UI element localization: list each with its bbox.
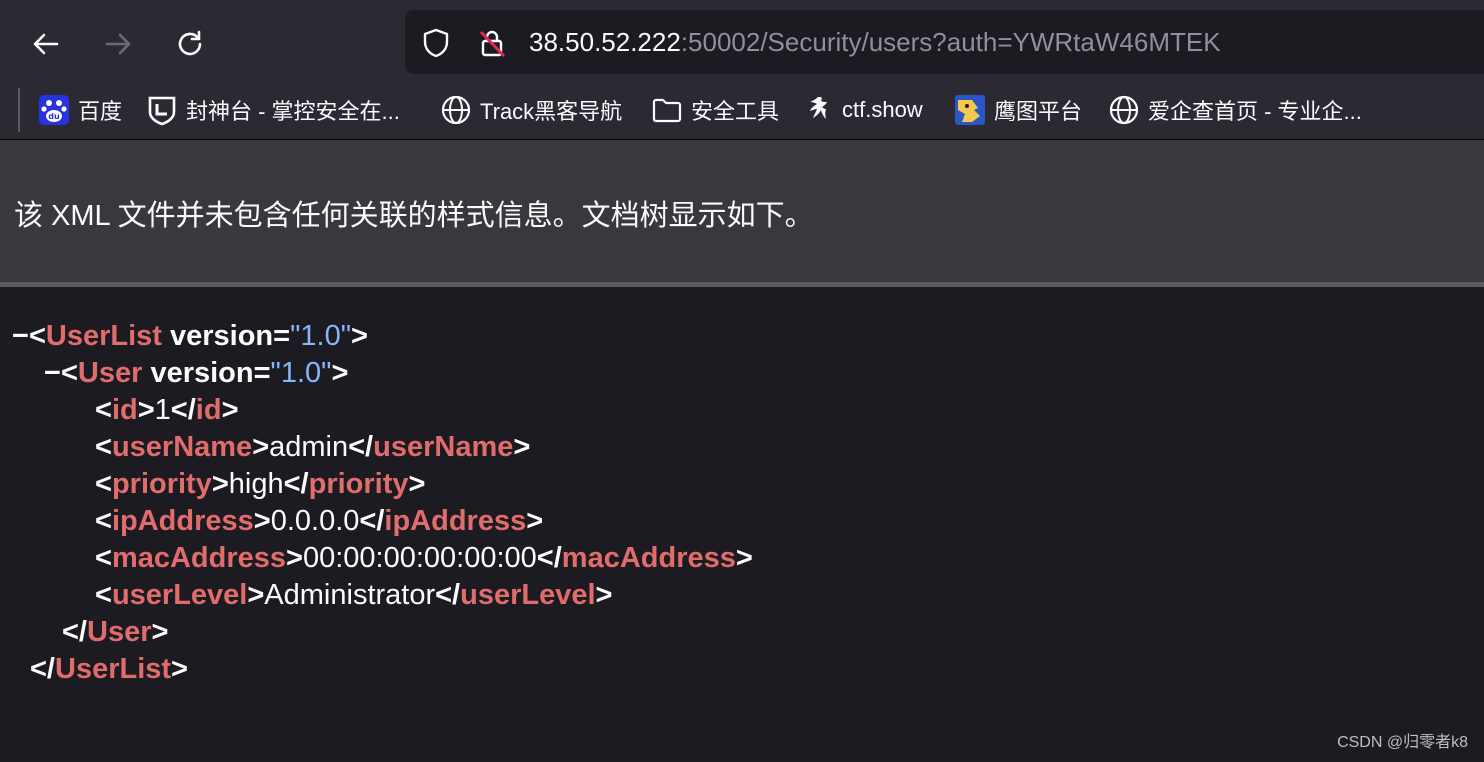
xml-tag-name: User [87, 616, 152, 648]
xml-field-userlevel: <userLevel>Administrator</userLevel> [95, 579, 613, 611]
bookmark-label: ctf.show [842, 97, 923, 122]
reload-button[interactable] [168, 22, 212, 66]
xml-tag-name: priority [111, 468, 212, 500]
bookmark-track[interactable]: Track黑客导航 [440, 92, 622, 128]
xml-tag-name: UserList [45, 320, 162, 352]
baidu-icon: du [38, 94, 70, 126]
bookmark-label: Track黑客导航 [480, 99, 623, 124]
bookmark-ctfshow[interactable]: ctf.show [802, 92, 923, 128]
xml-tag-name: User [77, 357, 143, 389]
forward-arrow-icon [105, 33, 131, 55]
forward-button[interactable] [96, 22, 140, 66]
xml-tag-name: macAddress [561, 542, 736, 574]
xml-attr-value: "1.0" [270, 357, 332, 389]
xml-text-value: high [228, 468, 284, 500]
xml-text-value: 00:00:00:00:00:00 [302, 542, 537, 574]
xml-text-value: Administrator [264, 579, 436, 611]
bookmark-aiqicha[interactable]: 爱企查首页 - 专业企... [1108, 92, 1362, 128]
xml-tag-name: userLevel [111, 579, 248, 611]
xml-tag-name: ipAddress [111, 505, 254, 537]
ctfshow-icon [802, 94, 834, 126]
xml-attr-name: version [150, 357, 254, 389]
bookmark-hunter[interactable]: 鹰图平台 [954, 92, 1082, 128]
xml-tag-name: priority [308, 468, 409, 500]
xml-text-value: 1 [154, 394, 171, 426]
xml-tag-name: userName [111, 431, 253, 463]
tracking-protection-shield-icon[interactable] [419, 26, 453, 60]
xml-field-username: <userName>admin</userName> [95, 431, 531, 463]
bookmark-label: 鹰图平台 [994, 99, 1083, 124]
xml-tag-name: id [111, 394, 138, 426]
fengshentai-icon [146, 94, 178, 126]
xml-attr-value: "1.0" [290, 320, 351, 352]
xml-field-priority: <priority>high</priority> [95, 468, 426, 500]
hunter-icon [954, 94, 986, 126]
insecure-lock-icon[interactable] [475, 26, 509, 60]
globe-icon [1108, 94, 1140, 126]
collapse-toggle[interactable]: − [44, 357, 61, 389]
xml-text-value: admin [269, 431, 349, 463]
xml-text-value: 0.0.0.0 [270, 505, 360, 537]
back-button[interactable] [24, 22, 68, 66]
bookmark-fengshentai[interactable]: 封神台 - 掌控安全在... [146, 92, 400, 128]
xml-tag-name: id [195, 394, 222, 426]
xml-tag-name: ipAddress [384, 505, 527, 537]
xml-userlist-open: −<UserList version="1.0"> [12, 320, 368, 352]
xml-field-ipaddress: <ipAddress>0.0.0.0</ipAddress> [95, 505, 544, 537]
bookmark-baidu[interactable]: du 百度 [38, 92, 122, 128]
bookmark-label: 封神台 - 掌控安全在... [186, 99, 400, 124]
xml-tag-name: macAddress [111, 542, 287, 574]
url-bar[interactable]: 38.50.52.222:50002/Security/users?auth=Y… [405, 10, 1484, 74]
xml-field-macaddress: <macAddress>00:00:00:00:00:00</macAddres… [95, 542, 753, 574]
xml-user-close: </User> [62, 616, 169, 648]
xml-info-message: 该 XML 文件并未包含任何关联的样式信息。文档树显示如下。 [14, 200, 814, 232]
bookmarks-separator [18, 88, 20, 132]
csdn-watermark: CSDN @归零者k8 [1337, 734, 1468, 751]
bookmark-label: 百度 [78, 99, 123, 124]
browser-toolbar: 38.50.52.222:50002/Security/users?auth=Y… [0, 0, 1484, 86]
xml-tag-name: UserList [55, 653, 172, 685]
xml-user-open: −<User version="1.0"> [44, 357, 349, 389]
xml-tag-name: userLevel [460, 579, 596, 611]
url-path: :50002/Security/users?auth=YWRtaW46MTEK [680, 27, 1221, 57]
back-arrow-icon [33, 33, 59, 55]
xml-userlist-close: </UserList> [30, 653, 188, 685]
reload-icon [178, 30, 202, 56]
bookmark-label: 爱企查首页 - 专业企... [1148, 99, 1362, 124]
collapse-toggle[interactable]: − [12, 320, 29, 352]
globe-icon [440, 94, 472, 126]
xml-field-id: <id>1</id> [95, 394, 239, 426]
xml-info-header: 该 XML 文件并未包含任何关联的样式信息。文档树显示如下。 [0, 140, 1484, 282]
bookmarks-bar: du 百度 封神台 - 掌控安全在... Track黑客导航 安全工具 ctf.… [0, 86, 1484, 140]
xml-attr-name: version [169, 320, 274, 352]
header-divider [0, 282, 1484, 287]
bookmark-label: 安全工具 [691, 99, 780, 124]
folder-icon [651, 94, 683, 126]
url-host: 38.50.52.222 [529, 27, 681, 57]
url-text[interactable]: 38.50.52.222:50002/Security/users?auth=Y… [529, 24, 1221, 60]
xml-tag-name: userName [373, 431, 514, 463]
svg-text:du: du [48, 112, 60, 121]
bookmark-security-tools[interactable]: 安全工具 [651, 92, 779, 128]
